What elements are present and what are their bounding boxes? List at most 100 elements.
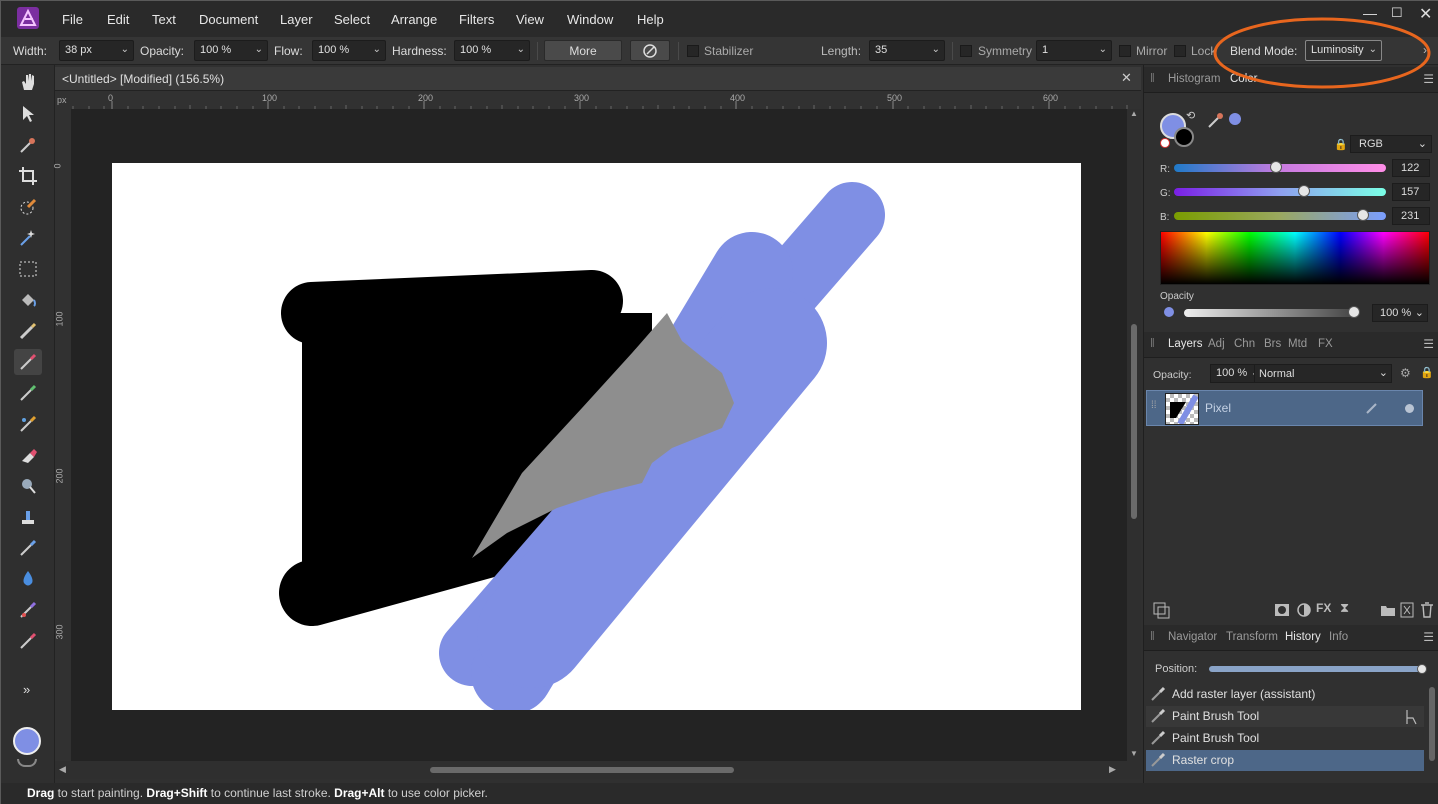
horizontal-scrollbar[interactable]: ◀ ▶	[55, 761, 1141, 779]
scroll-right-icon[interactable]: ▶	[1109, 764, 1116, 775]
r-value[interactable]: 122	[1392, 159, 1430, 177]
mask-layer-icon[interactable]	[1274, 603, 1290, 617]
history-item[interactable]: Paint Brush Tool	[1146, 706, 1424, 727]
menu-filters[interactable]: Filters	[459, 12, 494, 27]
vertical-scrollbar[interactable]: ▲ ▼	[1127, 109, 1141, 761]
flood-select-tool-icon[interactable]	[14, 225, 42, 251]
mixer-brush-tool-icon[interactable]	[14, 411, 42, 437]
g-value[interactable]: 157	[1392, 183, 1430, 201]
b-slider[interactable]	[1174, 209, 1386, 221]
menu-arrange[interactable]: Arrange	[391, 12, 437, 27]
layer-row-pixel[interactable]: ⁞⁞ Pixel	[1146, 390, 1423, 426]
live-filter-layer-icon[interactable]: FX	[1316, 601, 1331, 615]
layer-drag-handle-icon[interactable]: ⁞⁞	[1151, 400, 1157, 411]
history-scroll-thumb[interactable]	[1429, 687, 1435, 761]
document-tab[interactable]: <Untitled> [Modified] (156.5%) ✕	[55, 67, 1141, 91]
layer-settings-gear-icon[interactable]: ⚙	[1400, 366, 1411, 380]
delete-layer-icon[interactable]	[1420, 602, 1434, 618]
paint-brush-tool-icon[interactable]	[14, 349, 42, 375]
blur-brush-tool-icon[interactable]	[14, 566, 42, 592]
tab-history[interactable]: History	[1285, 631, 1321, 643]
add-pixel-layer-icon[interactable]	[1400, 602, 1414, 618]
secondary-color-swatch[interactable]	[17, 759, 37, 767]
blend-mode-combo[interactable]: Luminosity ⌄	[1305, 40, 1382, 61]
menu-help[interactable]: Help	[637, 12, 664, 27]
symmetry-checkbox[interactable]	[960, 45, 972, 57]
color-opacity-field[interactable]: 100 % ⌄	[1372, 304, 1428, 322]
move-tool-icon[interactable]	[14, 101, 42, 127]
flow-combo[interactable]: 100 % ⌄	[312, 40, 386, 61]
color-replacement-tool-icon[interactable]	[14, 380, 42, 406]
tab-navigator[interactable]: Navigator	[1168, 631, 1217, 643]
vertical-scroll-thumb[interactable]	[1131, 324, 1137, 519]
layer-visibility-icon[interactable]	[1405, 404, 1414, 413]
clone-brush-tool-icon[interactable]	[14, 504, 42, 530]
crop-tool-icon[interactable]	[14, 163, 42, 189]
stroke-color-swatch[interactable]	[1174, 127, 1194, 147]
layer-stack-icon[interactable]	[1152, 601, 1172, 619]
primary-color-swatch[interactable]	[13, 727, 41, 755]
menu-edit[interactable]: Edit	[107, 12, 129, 27]
close-window-icon[interactable]: ✕	[1419, 4, 1432, 24]
overflow-chevron-icon[interactable]: ›	[1423, 43, 1427, 57]
menu-window[interactable]: Window	[567, 12, 613, 27]
color-opacity-slider[interactable]	[1184, 306, 1360, 318]
lock-checkbox[interactable]	[1174, 45, 1186, 57]
panel-menu-icon[interactable]: ☰	[1423, 337, 1434, 351]
more-button[interactable]: More	[544, 40, 622, 61]
opacity-combo[interactable]: 100 % ⌄	[194, 40, 268, 61]
brush-panel-button[interactable]	[630, 40, 670, 61]
color-picker-tool-icon[interactable]	[14, 132, 42, 158]
b-slider-knob[interactable]	[1357, 209, 1369, 221]
more-tools-icon[interactable]: »	[14, 677, 42, 703]
tab-channels[interactable]: Chn	[1234, 338, 1255, 350]
pixel-tool-icon[interactable]	[14, 318, 42, 344]
minimize-icon[interactable]: —	[1363, 5, 1377, 21]
menu-document[interactable]: Document	[199, 12, 258, 27]
history-position-knob[interactable]	[1417, 664, 1427, 674]
tab-color[interactable]: Color	[1230, 73, 1257, 85]
symmetry-combo[interactable]: 1 ⌄	[1036, 40, 1112, 61]
blemish-removal-tool-icon[interactable]	[14, 535, 42, 561]
scroll-up-icon[interactable]: ▲	[1130, 109, 1138, 118]
horizontal-scroll-thumb[interactable]	[430, 767, 734, 773]
g-slider[interactable]	[1174, 185, 1386, 197]
menu-select[interactable]: Select	[334, 12, 370, 27]
history-item-selected[interactable]: Raster crop	[1146, 750, 1424, 771]
add-group-icon[interactable]	[1380, 603, 1396, 617]
hardness-combo[interactable]: 100 % ⌄	[454, 40, 530, 61]
layer-lock-icon[interactable]: 🔒	[1420, 366, 1434, 379]
layer-blend-mode-select[interactable]: Normal ⌄	[1254, 364, 1392, 383]
lock-icon[interactable]: 🔒	[1334, 138, 1348, 151]
scroll-left-icon[interactable]: ◀	[59, 764, 66, 775]
g-slider-knob[interactable]	[1298, 185, 1310, 197]
color-spectrum[interactable]	[1160, 231, 1430, 285]
close-document-icon[interactable]: ✕	[1121, 70, 1132, 86]
menu-text[interactable]: Text	[152, 12, 176, 27]
r-slider[interactable]	[1174, 161, 1386, 173]
panel-menu-icon[interactable]: ☰	[1423, 72, 1434, 86]
tab-info[interactable]: Info	[1329, 631, 1348, 643]
history-item[interactable]: Paint Brush Tool	[1146, 728, 1424, 749]
length-combo[interactable]: 35 ⌄	[869, 40, 945, 61]
width-combo[interactable]: 38 px ⌄	[59, 40, 134, 61]
dodge-brush-tool-icon[interactable]	[14, 473, 42, 499]
eyedropper-icon[interactable]	[1207, 111, 1225, 129]
document-canvas[interactable]	[112, 163, 1081, 710]
tab-transform[interactable]: Transform	[1226, 631, 1278, 643]
b-value[interactable]: 231	[1392, 207, 1430, 225]
panel-grip-icon[interactable]: ‖	[1150, 631, 1155, 643]
hand-tool-icon[interactable]	[14, 69, 42, 95]
adjustment-layer-icon[interactable]	[1296, 603, 1312, 617]
tab-metadata[interactable]: Mtd	[1288, 338, 1307, 350]
history-item[interactable]: Add raster layer (assistant)	[1146, 684, 1424, 705]
swap-colors-icon[interactable]: ⟲	[1186, 109, 1195, 122]
mirror-checkbox[interactable]	[1119, 45, 1131, 57]
flood-fill-tool-icon[interactable]	[14, 287, 42, 313]
color-opacity-knob[interactable]	[1348, 306, 1360, 318]
tab-adjustments[interactable]: Adj	[1208, 338, 1225, 350]
marquee-tool-icon[interactable]	[14, 256, 42, 282]
menu-file[interactable]: File	[62, 12, 83, 27]
tab-fx[interactable]: FX	[1318, 338, 1333, 350]
panel-menu-icon[interactable]: ☰	[1423, 630, 1434, 644]
